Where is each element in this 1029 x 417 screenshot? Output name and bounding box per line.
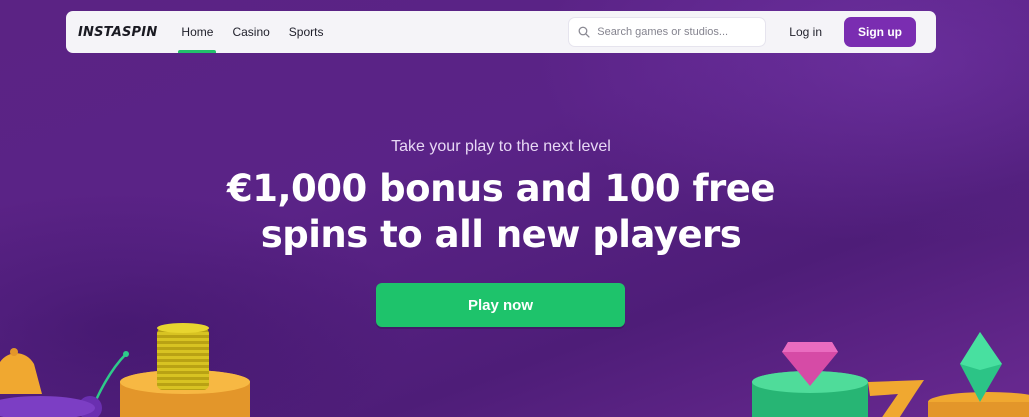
hero-tagline: Take your play to the next level xyxy=(391,138,611,155)
brand-logo[interactable]: INSTASPIN xyxy=(78,25,157,40)
login-button[interactable]: Log in xyxy=(789,25,822,39)
play-now-button[interactable]: Play now xyxy=(376,283,625,327)
search-box[interactable] xyxy=(568,17,767,47)
search-input[interactable] xyxy=(597,26,757,38)
top-navbar: INSTASPIN Home Casino Sports Log in Sign… xyxy=(66,11,936,53)
signup-button[interactable]: Sign up xyxy=(844,17,916,47)
search-icon xyxy=(578,26,590,38)
nav-item-casino[interactable]: Casino xyxy=(232,11,269,53)
hero-headline: €1,000 bonus and 100 free spins to all n… xyxy=(0,166,1002,258)
coin-stack-icon xyxy=(157,323,209,390)
hero-headline-line-2: spins to all new players xyxy=(260,213,742,256)
seven-icon xyxy=(868,380,924,417)
bell-icon xyxy=(0,348,42,394)
nav-item-sports[interactable]: Sports xyxy=(289,11,324,53)
right-decoration-group xyxy=(752,332,1029,417)
nav-item-home[interactable]: Home xyxy=(178,11,217,53)
left-decoration-group xyxy=(0,323,250,417)
hero-headline-line-1: €1,000 bonus and 100 free xyxy=(227,167,775,210)
main-nav: Home Casino Sports xyxy=(178,11,342,53)
diamond-icon xyxy=(960,332,1002,402)
